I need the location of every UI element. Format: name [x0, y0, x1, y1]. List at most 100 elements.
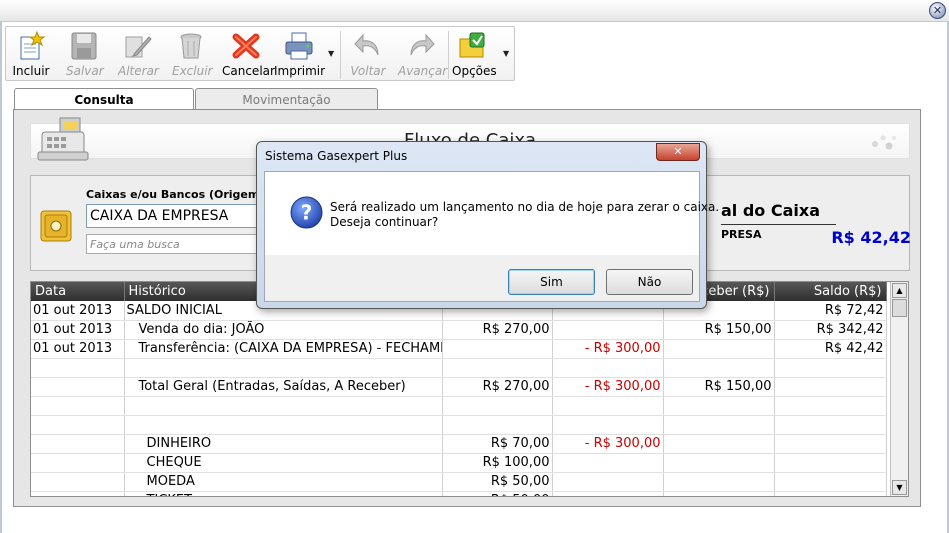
salvar-button[interactable]: Salvar [66, 29, 104, 81]
table-row[interactable]: MOEDA R$ 50,00 [31, 472, 887, 492]
tab-movimentacao[interactable]: Movimentação [195, 88, 378, 110]
folder-options-icon [459, 32, 485, 58]
table-row[interactable] [31, 415, 887, 435]
table-cell [774, 377, 887, 397]
table-cell: 01 out 2013 [31, 301, 125, 321]
table-cell: MOEDA [124, 472, 443, 492]
table-cell [774, 491, 887, 496]
trash-can-icon [180, 33, 202, 59]
close-icon: ✕ [673, 145, 683, 158]
cash-register-icon [37, 117, 89, 161]
column-header[interactable]: Data [31, 282, 125, 301]
close-icon[interactable]: ✕ [929, 2, 946, 19]
table-cell [442, 396, 553, 416]
table-cell [663, 358, 775, 378]
opcoes-dropdown-icon[interactable]: ▼ [503, 49, 509, 58]
salvar-label: Salvar [66, 64, 104, 78]
dialog-close-button[interactable]: ✕ [656, 143, 700, 161]
table-cell: 01 out 2013 [31, 320, 125, 340]
table-cell [552, 358, 664, 378]
table-cell: Venda do dia: JOÃO [124, 320, 443, 340]
table-cell: - R$ 300,00 [552, 377, 664, 397]
table-row[interactable]: CHEQUE R$ 100,00 [31, 453, 887, 473]
table-row[interactable]: TICKETR$ 50,00 [31, 491, 887, 496]
column-header[interactable]: Saldo (R$) [774, 282, 887, 301]
arrow-forward-icon [410, 33, 435, 56]
table-cell [124, 415, 443, 435]
dialog-title: Sistema Gasexpert Plus [265, 149, 408, 163]
opcoes-label: Opções [452, 64, 497, 78]
saldo-title: al do Caixa [721, 201, 821, 220]
avancar-button[interactable]: Avançar [398, 29, 447, 81]
table-row[interactable]: Total Geral (Entradas, Saídas, A Receber… [31, 377, 887, 397]
table-cell [31, 415, 125, 435]
new-document-star-icon [20, 31, 46, 60]
table-cell: DINHEIRO [124, 434, 443, 454]
excluir-button[interactable]: Excluir [172, 29, 213, 81]
table-cell [663, 339, 775, 359]
table-cell: R$ 50,00 [442, 491, 553, 496]
table-row[interactable]: DINHEIRO R$ 70,00- R$ 300,00 [31, 434, 887, 454]
table-row[interactable] [31, 358, 887, 378]
table-cell [663, 434, 775, 454]
sim-button[interactable]: Sim [508, 269, 595, 295]
table-cell [31, 491, 125, 496]
table-cell [552, 320, 664, 340]
cash-flow-table: Data Histórico eceber (R$) Saldo (R$) 01 ou… [31, 282, 887, 496]
alterar-label: Alterar [118, 64, 159, 78]
table-cell: Transferência: (CAIXA DA EMPRESA) - FECH… [124, 339, 443, 359]
scroll-up-icon[interactable]: ▲ [892, 283, 907, 298]
table-cell [31, 358, 125, 378]
edit-pencil-icon [125, 36, 152, 58]
table-cell [663, 472, 775, 492]
table-cell: R$ 72,42 [774, 301, 887, 321]
table-cell [774, 358, 887, 378]
vertical-scrollbar[interactable]: ▲ ▼ [890, 282, 908, 496]
decorative-dots-icon [872, 135, 896, 150]
floppy-disk-icon [71, 32, 97, 60]
dialog-message: Será realizado um lançamento no dia de h… [330, 200, 719, 230]
safe-icon [40, 210, 72, 242]
scroll-down-icon[interactable]: ▼ [892, 480, 907, 495]
table-cell: R$ 150,00 [663, 377, 775, 397]
incluir-button[interactable]: Incluir [12, 29, 50, 81]
table-cell: R$ 100,00 [442, 453, 553, 473]
table-cell [774, 453, 887, 473]
scroll-thumb[interactable] [892, 299, 907, 317]
toolbar-separator [448, 31, 449, 79]
incluir-label: Incluir [12, 64, 50, 78]
table-cell: R$ 70,00 [442, 434, 553, 454]
imprimir-button[interactable]: Imprimir [274, 29, 325, 81]
table-cell [31, 453, 125, 473]
tab-consulta[interactable]: Consulta [14, 88, 194, 111]
imprimir-dropdown-icon[interactable]: ▼ [328, 49, 334, 58]
origin-label: Caixas e/ou Bancos (Origem) [86, 188, 265, 201]
table-cell [663, 453, 775, 473]
alterar-button[interactable]: Alterar [118, 29, 159, 81]
table-cell: CHEQUE [124, 453, 443, 473]
table-cell [442, 358, 553, 378]
arrow-back-icon [354, 33, 379, 56]
cancelar-button[interactable]: Cancelar [222, 29, 275, 81]
origin-select[interactable]: CAIXA DA EMPRESA [86, 204, 276, 228]
toolbar-separator [340, 31, 341, 79]
table-cell [31, 377, 125, 397]
dialog-message-area: ? Será realizado um lançamento no dia de… [265, 172, 719, 255]
search-input[interactable]: Faça uma busca [86, 234, 276, 254]
cancelar-label: Cancelar [222, 64, 275, 78]
table-cell: R$ 42,42 [774, 339, 887, 359]
table-cell [552, 453, 664, 473]
table-row[interactable]: 01 out 2013 Venda do dia: JOÃO R$ 270,00 R$… [31, 320, 887, 340]
voltar-button[interactable]: Voltar [350, 29, 386, 81]
table-cell: R$ 150,00 [663, 320, 775, 340]
table-cell: TICKET [124, 491, 443, 496]
table-row[interactable]: 01 out 2013 Transferência: (CAIXA DA EMPR… [31, 339, 887, 359]
table-cell: R$ 50,00 [442, 472, 553, 492]
table-cell [552, 415, 664, 435]
table-cell [774, 415, 887, 435]
table-cell [31, 434, 125, 454]
table-row[interactable] [31, 396, 887, 416]
opcoes-button[interactable]: Opções [452, 29, 497, 81]
nao-button[interactable]: Não [606, 269, 693, 295]
tab-consulta-label: Consulta [74, 93, 134, 107]
